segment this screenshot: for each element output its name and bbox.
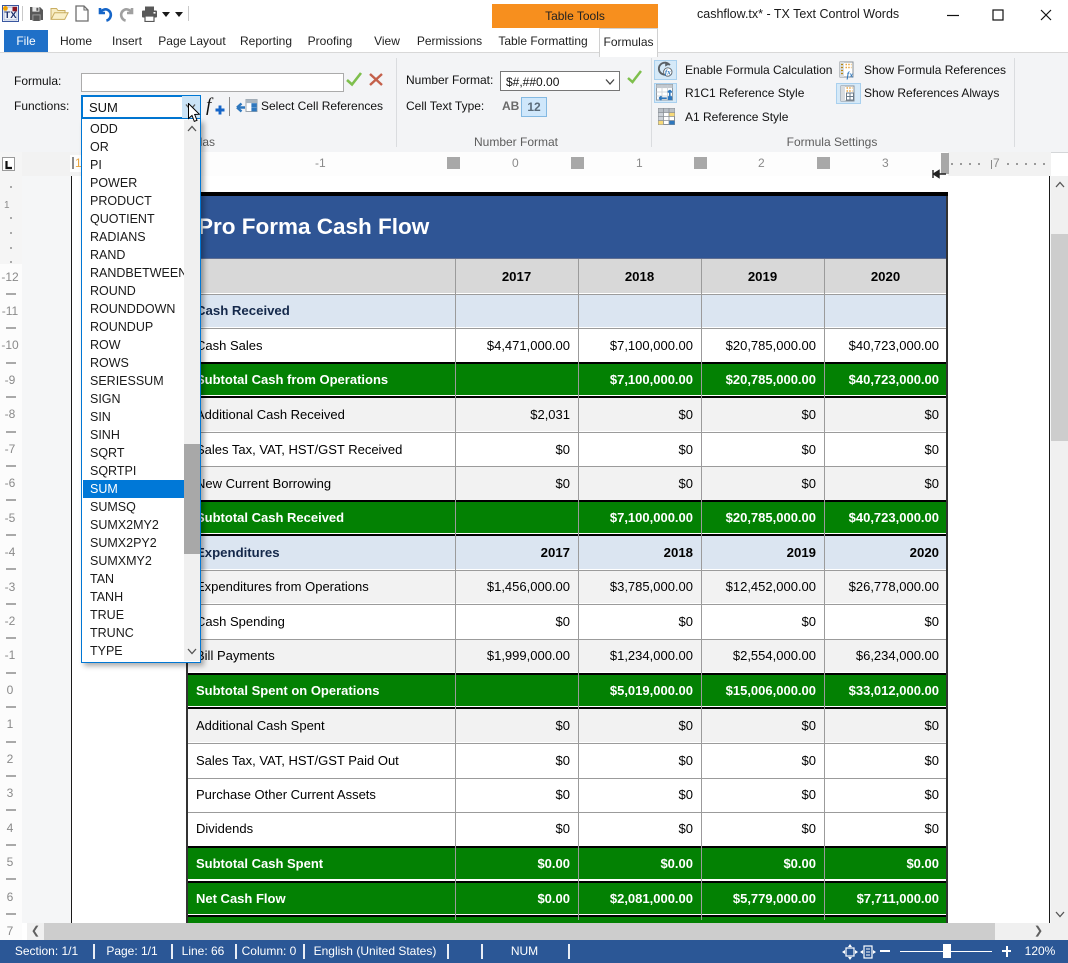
svg-text:fx: fx [847, 71, 854, 80]
svg-text:TX: TX [4, 10, 17, 21]
svg-text:fx: fx [665, 69, 671, 77]
